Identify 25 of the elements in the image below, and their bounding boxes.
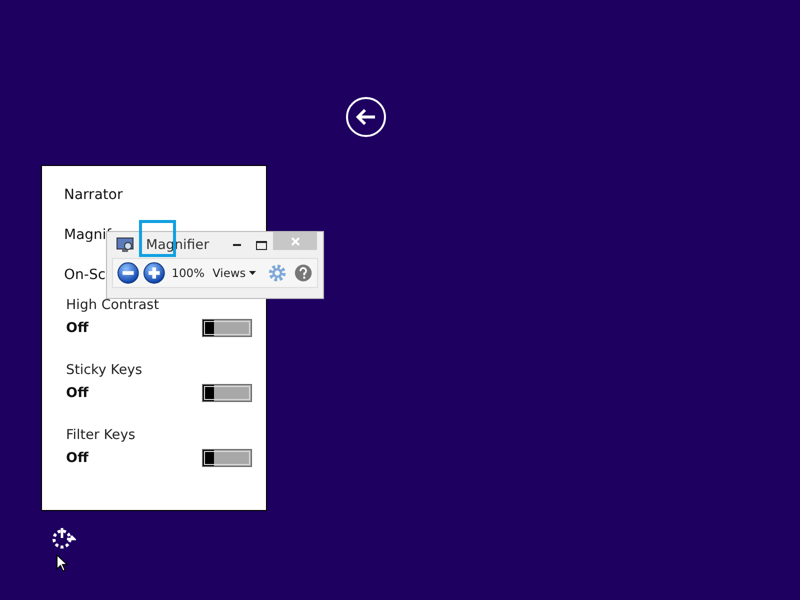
ease-of-access-icon[interactable] <box>50 526 76 550</box>
toggle-switch[interactable] <box>202 449 252 467</box>
back-button[interactable] <box>346 97 386 137</box>
setting-label: High Contrast <box>66 296 160 314</box>
views-dropdown[interactable]: Views <box>210 266 258 280</box>
minimize-icon <box>233 244 241 246</box>
toggle-switch[interactable] <box>202 384 252 402</box>
zoom-out-icon[interactable] <box>117 261 140 285</box>
close-icon <box>290 236 300 246</box>
mouse-pointer-icon <box>56 554 68 572</box>
toggle-switch[interactable] <box>202 319 252 337</box>
caret-icon <box>248 271 256 275</box>
menu-item[interactable]: Narrator <box>64 184 123 206</box>
zoom-level: 100% <box>172 266 205 280</box>
back-arrow-icon <box>355 108 377 126</box>
setting-label: Filter Keys <box>66 426 136 444</box>
menu-item[interactable]: On-Sc <box>64 264 106 286</box>
setting-label: Sticky Keys <box>66 361 144 379</box>
setting-value: Off <box>66 320 88 336</box>
zoom-in-icon[interactable] <box>143 261 166 285</box>
setting-value: Off <box>66 385 88 401</box>
monitor-icon <box>116 237 134 253</box>
help-icon[interactable] <box>294 263 313 283</box>
setting-value: Off <box>66 450 88 466</box>
maximize-icon <box>256 240 266 250</box>
